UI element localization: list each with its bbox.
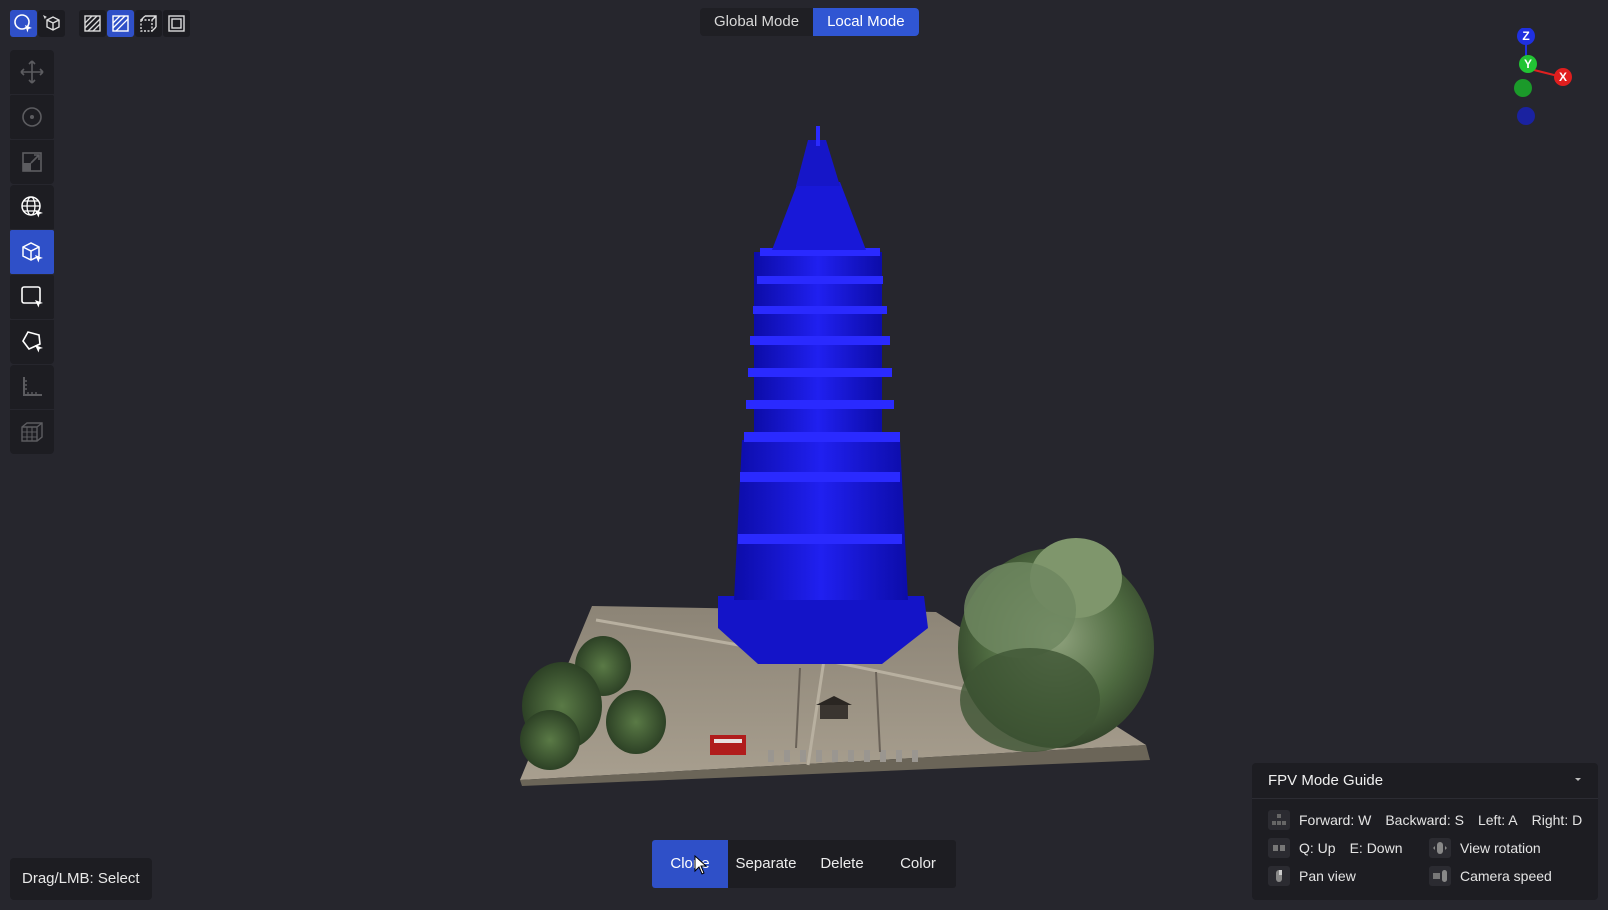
fpv-pan-view: Pan view (1299, 868, 1356, 884)
scale-tool-button[interactable] (10, 140, 54, 184)
measure-icon (23, 377, 42, 396)
hatch-box-button[interactable] (107, 10, 134, 37)
axis-gizmo[interactable]: Z Y X (1484, 28, 1584, 128)
color-button[interactable]: Color (880, 840, 956, 888)
select-rotate-tool-button[interactable] (10, 10, 37, 37)
fpv-row-move: Forward: W Backward: S Left: A Right: D (1268, 810, 1596, 830)
left-toolbar (10, 50, 54, 455)
fpv-guide-panel: FPV Mode Guide Forward: W Backward: S Le… (1252, 763, 1598, 900)
point-cloud-ground (520, 606, 1150, 786)
delete-button[interactable]: Delete (804, 840, 880, 888)
box-select-tool-button[interactable] (10, 230, 54, 274)
dashed-cube-button[interactable] (135, 10, 162, 37)
rect-select-tool-button[interactable] (10, 275, 54, 319)
selected-pagoda-pointcloud[interactable] (718, 126, 928, 664)
fpv-camera-speed: Camera speed (1460, 868, 1552, 884)
top-toolbar-group-2 (79, 10, 190, 37)
fpv-down: E: Down (1349, 840, 1403, 856)
clone-button[interactable]: Clone (652, 840, 728, 888)
mouse-cursor-icon (694, 855, 708, 875)
neg-y-handle[interactable] (1514, 79, 1532, 97)
frame-box-icon (168, 15, 185, 32)
point-cloud-trees-left (520, 636, 666, 770)
grid-box-icon (21, 422, 43, 442)
x-axis-label: X (1559, 70, 1567, 84)
fpv-row-pan: Pan view (1268, 866, 1370, 886)
fpv-row-rotation: View rotation (1429, 838, 1555, 858)
lasso-select-icon (22, 331, 43, 353)
move-icon (20, 60, 44, 84)
cube-select-tool-button[interactable] (38, 10, 65, 37)
fpv-guide-title: FPV Mode Guide (1268, 772, 1384, 789)
globe-select-tool-button[interactable] (10, 185, 54, 229)
fpv-forward: Forward: W (1299, 812, 1372, 828)
scale-icon (22, 152, 42, 172)
z-axis-label: Z (1522, 29, 1529, 43)
select-rotate-icon (14, 14, 32, 33)
globe-select-icon (21, 196, 43, 218)
coordinate-mode-switch: Global Mode Local Mode (700, 8, 919, 36)
point-cloud-tree-right (958, 538, 1154, 752)
ctrl-scroll-icon (1429, 866, 1451, 886)
mouse-drag-icon (1429, 838, 1451, 858)
box-select-icon (22, 242, 43, 263)
move-tool-button[interactable] (10, 50, 54, 94)
hatch-box-icon (112, 15, 129, 32)
fpv-row-updown: Q: Up E: Down (1268, 838, 1417, 858)
frame-box-button[interactable] (163, 10, 190, 37)
qe-keys-icon (1268, 838, 1290, 858)
chevron-down-icon[interactable] (1572, 773, 1584, 785)
hatch-fill-icon (84, 15, 101, 32)
dashed-cube-icon (140, 15, 157, 32)
top-toolbar-group-1 (10, 10, 65, 37)
neg-z-handle[interactable] (1517, 107, 1535, 125)
fpv-view-rotation: View rotation (1460, 840, 1541, 856)
rect-select-icon (21, 286, 43, 308)
fpv-guide-header[interactable]: FPV Mode Guide (1252, 763, 1598, 799)
separate-button[interactable]: Separate (728, 840, 804, 888)
lasso-select-tool-button[interactable] (10, 320, 54, 364)
wasd-keys-icon (1268, 810, 1290, 830)
mouse-right-icon (1268, 866, 1290, 886)
rotate-icon (22, 107, 42, 127)
fpv-backward: Backward: S (1385, 812, 1464, 828)
cube-select-icon (43, 15, 60, 31)
fpv-left: Left: A (1477, 812, 1518, 828)
grid-box-tool-button[interactable] (10, 410, 54, 454)
y-axis-label: Y (1524, 57, 1532, 71)
hatch-fill-button[interactable] (79, 10, 106, 37)
rotate-tool-button[interactable] (10, 95, 54, 139)
fpv-right: Right: D (1531, 812, 1583, 828)
global-mode-button[interactable]: Global Mode (700, 8, 813, 36)
measure-tool-button[interactable] (10, 365, 54, 409)
fpv-row-speed: Camera speed (1429, 866, 1566, 886)
status-hint: Drag/LMB: Select (10, 858, 152, 900)
fpv-up: Q: Up (1299, 840, 1336, 856)
local-mode-button[interactable]: Local Mode (813, 8, 919, 36)
